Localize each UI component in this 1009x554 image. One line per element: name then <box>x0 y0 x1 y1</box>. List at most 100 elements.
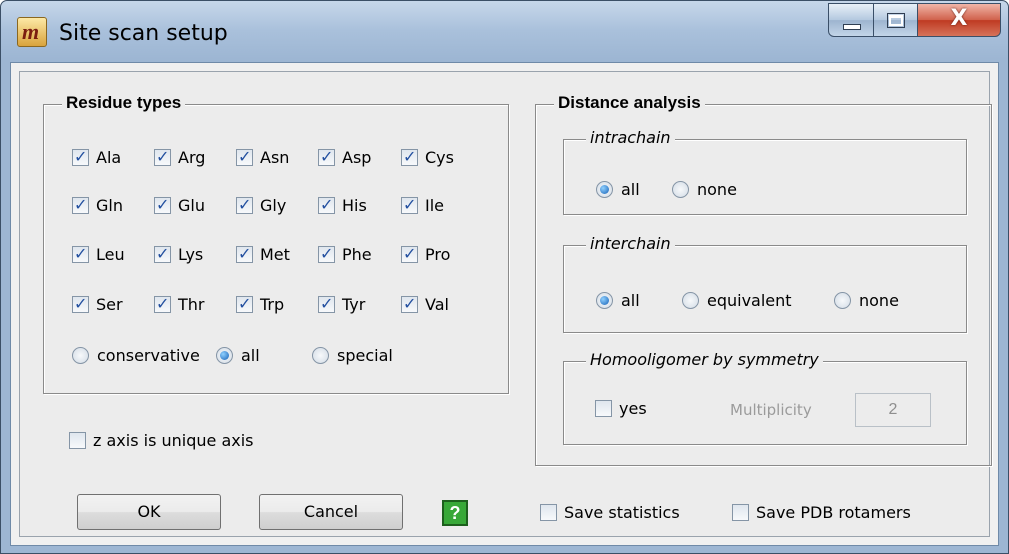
residue-val-label: Val <box>425 295 449 314</box>
ok-button[interactable]: OK <box>77 494 221 530</box>
residue-glu-checkbox[interactable]: Glu <box>154 195 205 215</box>
residue-his-label: His <box>342 196 367 215</box>
residue-thr-checkbox[interactable]: Thr <box>154 294 205 314</box>
interchain-all-label: all <box>621 291 640 310</box>
checkbox-box <box>236 244 253 263</box>
homooligomer-yes-label: yes <box>619 399 647 418</box>
checkbox-box <box>236 294 253 313</box>
homooligomer-yes-checkbox[interactable]: yes <box>595 399 647 418</box>
save-pdb-rotamers-checkbox[interactable]: Save PDB rotamers <box>732 503 911 522</box>
residue-asn-label: Asn <box>260 148 290 167</box>
minimize-icon <box>843 24 861 30</box>
interchain-equivalent-radio[interactable]: equivalent <box>682 291 792 310</box>
checkbox-box <box>69 432 86 449</box>
dialog-client-area: Residue types z axis is unique axis Dist… <box>10 62 999 546</box>
site-scan-setup-window: m Site scan setup X Residue types z axis… <box>0 0 1009 554</box>
minimize-button[interactable] <box>828 3 874 37</box>
radio-circle <box>312 347 329 364</box>
interchain-all-radio[interactable]: all <box>596 291 640 310</box>
z-axis-checkbox[interactable]: z axis is unique axis <box>69 431 254 450</box>
multiplicity-label: Multiplicity <box>730 401 812 419</box>
checkbox-box <box>595 400 612 417</box>
interchain-none-label: none <box>859 291 899 310</box>
residue-ser-label: Ser <box>96 295 123 314</box>
close-button[interactable]: X <box>917 3 1001 37</box>
residue-pro-checkbox[interactable]: Pro <box>401 244 451 264</box>
residue-arg-label: Arg <box>178 148 206 167</box>
checkbox-box <box>318 294 335 313</box>
residue-ile-checkbox[interactable]: Ile <box>401 195 445 215</box>
intrachain-all-radio[interactable]: all <box>596 180 640 199</box>
residue-gln-checkbox[interactable]: Gln <box>72 195 123 215</box>
residue-his-checkbox[interactable]: His <box>318 195 367 215</box>
residue-val-checkbox[interactable]: Val <box>401 294 449 314</box>
residue-gln-label: Gln <box>96 196 123 215</box>
cancel-button[interactable]: Cancel <box>259 494 403 530</box>
interchain-title: interchain <box>586 234 675 253</box>
radio-circle <box>596 292 613 309</box>
residue-tyr-checkbox[interactable]: Tyr <box>318 294 365 314</box>
intrachain-all-label: all <box>621 180 640 199</box>
checkbox-box <box>318 147 335 166</box>
checkbox-box <box>72 244 89 263</box>
maximize-button[interactable] <box>873 3 918 37</box>
checkbox-box <box>401 244 418 263</box>
residue-asp-checkbox[interactable]: Asp <box>318 147 371 167</box>
radio-circle <box>72 347 89 364</box>
residue-asn-checkbox[interactable]: Asn <box>236 147 290 167</box>
interchain-group: interchain <box>563 234 967 333</box>
intrachain-group: intrachain <box>563 128 967 215</box>
interchain-equivalent-label: equivalent <box>707 291 792 310</box>
residue-met-label: Met <box>260 245 290 264</box>
app-icon[interactable]: m <box>17 17 47 47</box>
intrachain-title: intrachain <box>586 128 675 147</box>
residue-cys-label: Cys <box>425 148 454 167</box>
residue-phe-label: Phe <box>342 245 372 264</box>
residue-lys-checkbox[interactable]: Lys <box>154 244 204 264</box>
residue-ile-label: Ile <box>425 196 445 215</box>
checkbox-box <box>236 195 253 214</box>
save-statistics-checkbox[interactable]: Save statistics <box>540 503 680 522</box>
residue-cys-checkbox[interactable]: Cys <box>401 147 454 167</box>
residue-mode-conservative-label: conservative <box>97 346 200 365</box>
intrachain-none-radio[interactable]: none <box>672 180 737 199</box>
residue-leu-checkbox[interactable]: Leu <box>72 244 125 264</box>
residue-phe-checkbox[interactable]: Phe <box>318 244 372 264</box>
residue-trp-checkbox[interactable]: Trp <box>236 294 285 314</box>
residue-mode-special-label: special <box>337 346 393 365</box>
title-bar[interactable]: m Site scan setup X <box>1 1 1008 61</box>
window-controls: X <box>828 3 1001 39</box>
checkbox-box <box>318 244 335 263</box>
homooligomer-title: Homooligomer by symmetry <box>586 350 823 369</box>
checkbox-box <box>732 504 749 521</box>
checkbox-box <box>72 294 89 313</box>
save-statistics-label: Save statistics <box>564 503 680 522</box>
residue-gly-checkbox[interactable]: Gly <box>236 195 287 215</box>
residue-gly-label: Gly <box>260 196 287 215</box>
radio-circle <box>672 181 689 198</box>
residue-mode-all-label: all <box>241 346 260 365</box>
residue-lys-label: Lys <box>178 245 204 264</box>
intrachain-none-label: none <box>697 180 737 199</box>
residue-mode-conservative-radio[interactable]: conservative <box>72 346 200 365</box>
radio-circle <box>834 292 851 309</box>
residue-leu-label: Leu <box>96 245 125 264</box>
residue-trp-label: Trp <box>260 295 285 314</box>
checkbox-box <box>401 294 418 313</box>
residue-met-checkbox[interactable]: Met <box>236 244 290 264</box>
interchain-none-radio[interactable]: none <box>834 291 899 310</box>
checkbox-box <box>154 147 171 166</box>
radio-circle <box>596 181 613 198</box>
residue-mode-all-radio[interactable]: all <box>216 346 260 365</box>
residue-pro-label: Pro <box>425 245 451 264</box>
checkbox-box <box>72 195 89 214</box>
checkbox-box <box>540 504 557 521</box>
distance-analysis-title: Distance analysis <box>554 93 705 113</box>
residue-ala-checkbox[interactable]: Ala <box>72 147 121 167</box>
checkbox-box <box>72 147 89 166</box>
residue-arg-checkbox[interactable]: Arg <box>154 147 206 167</box>
multiplicity-input[interactable]: 2 <box>855 393 931 427</box>
help-icon[interactable]: ? <box>442 500 468 526</box>
residue-ser-checkbox[interactable]: Ser <box>72 294 123 314</box>
residue-mode-special-radio[interactable]: special <box>312 346 393 365</box>
